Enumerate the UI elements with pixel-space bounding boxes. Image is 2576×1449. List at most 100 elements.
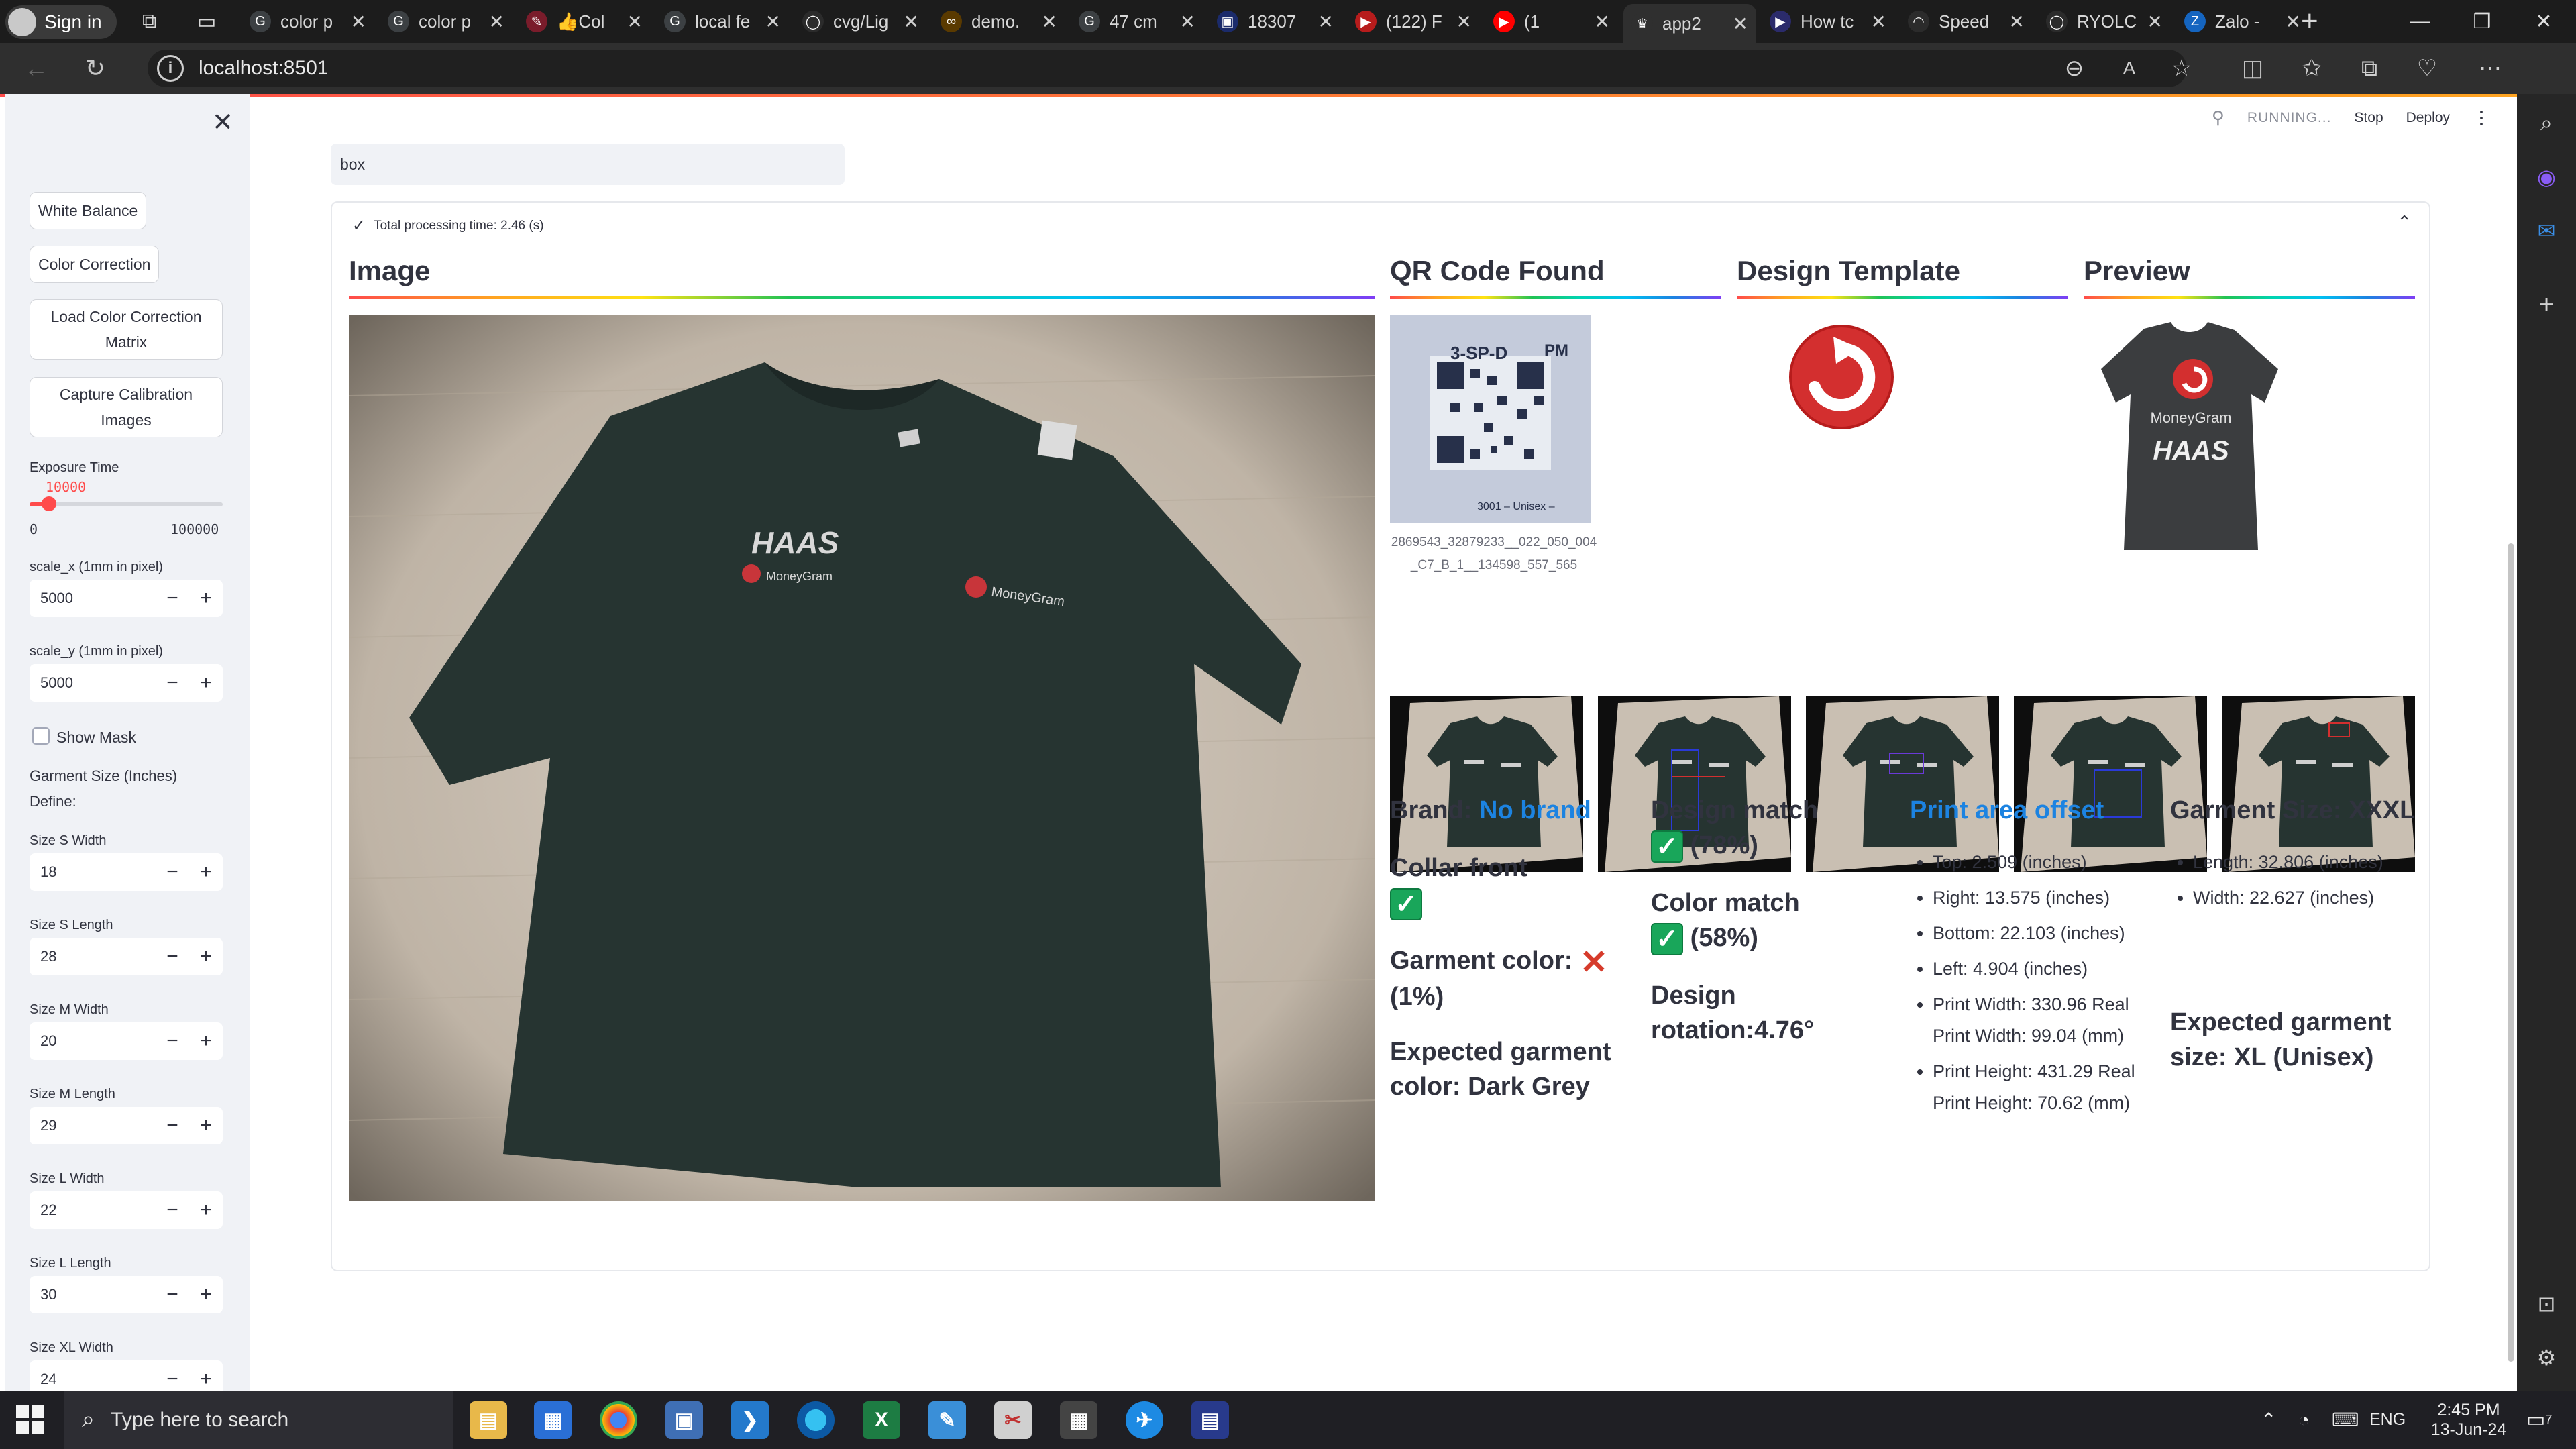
browser-tab[interactable]: ◯ cvg/Lig ✕	[794, 4, 927, 39]
browser-tab[interactable]: Glocal fe ✕	[656, 4, 789, 39]
main-menu-icon[interactable]: ⋮	[2473, 107, 2490, 128]
size-number-input[interactable]: 30− +	[30, 1276, 223, 1313]
decrement-button[interactable]: −	[156, 1368, 189, 1391]
tab-actions-icon[interactable]: ▭	[189, 4, 227, 39]
scale-y-increment-button[interactable]: +	[189, 672, 223, 694]
white-balance-button[interactable]: White Balance	[30, 192, 147, 229]
edge-icon[interactable]	[797, 1401, 835, 1439]
increment-button[interactable]: +	[189, 1368, 223, 1391]
snipping-tool-icon[interactable]: ✂	[994, 1401, 1032, 1439]
new-tab-button[interactable]: +	[2293, 4, 2333, 39]
scale-x-decrement-button[interactable]: −	[156, 587, 189, 610]
scale-x-value[interactable]: 5000	[30, 590, 156, 607]
browser-tab[interactable]: ∞ demo. ✕	[932, 4, 1065, 39]
remote-desktop-icon[interactable]: ▣	[665, 1401, 703, 1439]
taskbar-search-box[interactable]: ⌕ Type here to search	[64, 1391, 453, 1449]
file-explorer-icon[interactable]: ▤	[470, 1401, 507, 1439]
calculator-icon[interactable]: ▦	[1060, 1401, 1097, 1439]
chrome-icon[interactable]	[600, 1401, 637, 1439]
close-tab-icon[interactable]: ✕	[759, 11, 781, 33]
browser-tab[interactable]: ♛ app2 ✕	[1623, 4, 1756, 43]
stop-button[interactable]: Stop	[2354, 110, 2383, 126]
collections-icon[interactable]: ⧉	[2353, 52, 2385, 85]
size-value[interactable]: 20	[30, 1032, 156, 1050]
size-value[interactable]: 28	[30, 948, 156, 965]
show-mask-checkbox[interactable]	[32, 727, 50, 745]
close-tab-icon[interactable]: ✕	[621, 11, 643, 33]
decrement-button[interactable]: −	[156, 1030, 189, 1053]
browser-tab[interactable]: ▶ (122) F ✕	[1347, 4, 1480, 39]
terminal-icon[interactable]: ▤	[1191, 1401, 1229, 1439]
excel-icon[interactable]: X	[863, 1401, 900, 1439]
browser-tab[interactable]: ▶ (1 ✕	[1485, 4, 1618, 39]
close-window-button[interactable]: ✕	[2512, 0, 2576, 43]
increment-button[interactable]: +	[189, 1199, 223, 1222]
screenshot-icon[interactable]: ⊡	[2530, 1288, 2563, 1320]
browser-tab[interactable]: Gcolor p ✕	[380, 4, 513, 39]
browser-tab[interactable]: ◠ Speed ✕	[1900, 4, 2033, 39]
outlook-icon[interactable]: ✉	[2530, 215, 2563, 247]
increment-button[interactable]: +	[189, 945, 223, 968]
read-aloud-icon[interactable]: A	[2113, 52, 2145, 85]
browser-tab[interactable]: G 47 cm ✕	[1071, 4, 1203, 39]
deploy-button[interactable]: Deploy	[2406, 110, 2450, 126]
size-value[interactable]: 29	[30, 1117, 156, 1134]
decrement-button[interactable]: −	[156, 1199, 189, 1222]
close-tab-icon[interactable]: ✕	[1726, 13, 1748, 35]
minimize-button[interactable]: —	[2388, 0, 2453, 43]
scale-y-input[interactable]: 5000 − +	[30, 664, 223, 702]
add-sidebar-app-icon[interactable]: +	[2530, 288, 2563, 321]
favorite-star-icon[interactable]: ☆	[2165, 52, 2198, 85]
close-tab-icon[interactable]: ✕	[482, 11, 504, 33]
windows-start-icon[interactable]	[16, 1405, 44, 1434]
site-info-icon[interactable]: i	[157, 55, 184, 82]
decrement-button[interactable]: −	[156, 945, 189, 968]
size-value[interactable]: 18	[30, 863, 156, 881]
scale-y-decrement-button[interactable]: −	[156, 672, 189, 694]
settings-gear-icon[interactable]: ⚙	[2530, 1342, 2563, 1374]
size-value[interactable]: 24	[30, 1371, 156, 1388]
keyboard-icon[interactable]: ⌨	[2332, 1391, 2359, 1449]
close-sidebar-icon[interactable]: ✕	[212, 107, 233, 138]
close-tab-icon[interactable]: ✕	[1588, 11, 1610, 33]
wifi-icon[interactable]: ◔	[2298, 1391, 2310, 1449]
notifications-icon[interactable]: ▭ 7	[2526, 1391, 2552, 1449]
browser-tab[interactable]: Z Zalo - ✕	[2176, 4, 2309, 39]
close-tab-icon[interactable]: ✕	[1035, 11, 1057, 33]
size-number-input[interactable]: 24− +	[30, 1360, 223, 1391]
restore-button[interactable]: ❐	[2450, 0, 2514, 43]
color-correction-button[interactable]: Color Correction	[30, 246, 160, 283]
size-value[interactable]: 22	[30, 1201, 156, 1219]
increment-button[interactable]: +	[189, 1283, 223, 1306]
more-menu-icon[interactable]: ⋯	[2474, 52, 2506, 85]
close-tab-icon[interactable]: ✕	[897, 11, 919, 33]
page-scrollbar[interactable]	[2508, 543, 2514, 1362]
workspaces-icon[interactable]: ⧉	[134, 4, 172, 39]
back-icon[interactable]: ←	[20, 52, 52, 85]
decrement-button[interactable]: −	[156, 1283, 189, 1306]
exposure-slider-thumb[interactable]	[41, 496, 56, 511]
browser-tab[interactable]: ▣ 18307 ✕	[1209, 4, 1342, 39]
search-icon[interactable]: ⌕	[2530, 107, 2563, 140]
tray-overflow-icon[interactable]: ⌃	[2261, 1391, 2276, 1449]
close-tab-icon[interactable]: ✕	[1864, 11, 1886, 33]
increment-button[interactable]: +	[189, 1114, 223, 1137]
notes-icon[interactable]: ✎	[928, 1401, 966, 1439]
browser-tab[interactable]: Gcolor p ✕	[241, 4, 374, 39]
store-icon[interactable]: ▦	[534, 1401, 572, 1439]
scale-x-input[interactable]: 5000 − +	[30, 580, 223, 617]
split-screen-icon[interactable]: ◫	[2237, 52, 2269, 85]
close-tab-icon[interactable]: ✕	[1311, 11, 1334, 33]
close-tab-icon[interactable]: ✕	[1450, 11, 1472, 33]
browser-tab[interactable]: ◯ RYOLC ✕	[2038, 4, 2171, 39]
profile-button[interactable]: Sign in	[5, 5, 117, 39]
expander-header[interactable]: ✓ Total processing time: 2.46 (s)	[352, 216, 544, 235]
close-tab-icon[interactable]: ✕	[2141, 11, 2163, 33]
scale-y-value[interactable]: 5000	[30, 674, 156, 692]
scale-x-increment-button[interactable]: +	[189, 587, 223, 610]
language-indicator[interactable]: ENG	[2369, 1391, 2406, 1449]
url-field[interactable]: i localhost:8501	[148, 50, 2187, 87]
exposure-slider-track[interactable]	[30, 502, 223, 506]
browser-essentials-icon[interactable]: ♡	[2411, 52, 2443, 85]
browser-tab[interactable]: ✎ 👍 Col ✕	[518, 4, 651, 39]
